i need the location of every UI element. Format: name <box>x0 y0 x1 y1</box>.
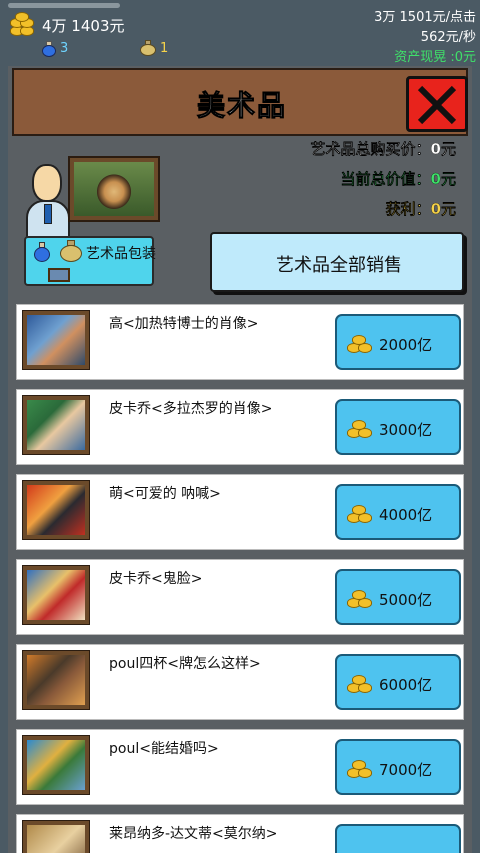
money-bag-icon <box>140 40 156 56</box>
cash-now: 资产现晃 :0元 <box>394 50 476 65</box>
price: 2000亿 <box>379 336 433 354</box>
art-panel: 美术品 艺术品包装 艺术品总购买价：0元 当前总价值：0元 获利：0元 艺术品全… <box>8 66 472 853</box>
mona-lisa-painting <box>68 156 160 222</box>
coin-icon <box>347 331 373 355</box>
profit: 获利：0元 <box>385 200 456 218</box>
per-click-rate: 3万 1501元/点击 <box>374 10 476 25</box>
coin-stack-icon <box>8 12 36 38</box>
art-bag-button[interactable]: 艺术品包装 <box>24 236 156 286</box>
page-title: 美术品 <box>196 89 287 123</box>
coin-icon <box>347 586 373 610</box>
painting-thumbnail <box>22 735 90 795</box>
painting-icon <box>48 268 70 282</box>
status-bar: 4万 1403元 3 1 3万 1501元/点击 562元/秒 资产现晃 :0元 <box>0 0 480 65</box>
buy-button[interactable]: 2000亿 <box>335 314 461 370</box>
total-current-value: 当前总价值：0元 <box>340 170 456 188</box>
buy-button[interactable] <box>335 824 461 853</box>
potion-icon <box>42 41 56 57</box>
money-amount: 4万 1403元 <box>42 17 125 35</box>
price: 3000亿 <box>379 421 433 439</box>
progress-bar <box>8 3 120 8</box>
art-name: poul四杯<牌怎么这样> <box>109 656 261 672</box>
painting-thumbnail <box>22 310 90 370</box>
buy-button[interactable]: 6000亿 <box>335 654 461 710</box>
coin-icon <box>347 756 373 780</box>
art-list[interactable]: 高<加热特博士的肖像> 2000亿 皮卡乔<多拉杰罗的肖像> 3000亿 萌<可… <box>16 302 464 853</box>
per-second-rate: 562元/秒 <box>420 30 476 45</box>
list-item: poul四杯<牌怎么这样> 6000亿 <box>16 644 464 720</box>
coin-icon <box>347 671 373 695</box>
list-item: 萌<可爱的 呐喊> 4000亿 <box>16 474 464 550</box>
price: 7000亿 <box>379 761 433 779</box>
art-name: 萌<可爱的 呐喊> <box>109 486 221 502</box>
bag-count: 1 <box>160 41 169 56</box>
art-name: 高<加热特博士的肖像> <box>109 316 259 332</box>
potion-count: 3 <box>60 41 69 56</box>
art-name: 莱昂纳多-达文蒂<莫尔纳> <box>109 826 278 842</box>
list-item: 莱昂纳多-达文蒂<莫尔纳> <box>16 814 464 853</box>
art-bag-label: 艺术品包装 <box>86 246 156 262</box>
title-bar: 美术品 <box>12 68 468 136</box>
price: 5000亿 <box>379 591 433 609</box>
buy-button[interactable]: 5000亿 <box>335 569 461 625</box>
price: 4000亿 <box>379 506 433 524</box>
list-item: 皮卡乔<多拉杰罗的肖像> 3000亿 <box>16 389 464 465</box>
list-item: 高<加热特博士的肖像> 2000亿 <box>16 304 464 380</box>
painting-thumbnail <box>22 395 90 455</box>
painting-thumbnail <box>22 565 90 625</box>
potion-icon <box>34 242 50 262</box>
money-bag-icon <box>60 240 82 262</box>
painting-thumbnail <box>22 650 90 710</box>
coin-icon <box>347 501 373 525</box>
sell-all-label: 艺术品全部销售 <box>276 255 402 276</box>
art-name: 皮卡乔<多拉杰罗的肖像> <box>109 401 273 417</box>
art-name: poul<能结婚吗> <box>109 741 219 757</box>
buy-button[interactable]: 7000亿 <box>335 739 461 795</box>
close-button[interactable] <box>406 76 468 132</box>
buy-button[interactable]: 4000亿 <box>335 484 461 540</box>
painting-thumbnail <box>22 820 90 853</box>
painting-thumbnail <box>22 480 90 540</box>
buy-button[interactable]: 3000亿 <box>335 399 461 455</box>
list-item: poul<能结婚吗> 7000亿 <box>16 729 464 805</box>
total-purchase-price: 艺术品总购买价：0元 <box>310 140 456 158</box>
sell-all-button[interactable]: 艺术品全部销售 <box>210 232 464 292</box>
coin-icon <box>347 416 373 440</box>
price: 6000亿 <box>379 676 433 694</box>
art-name: 皮卡乔<鬼脸> <box>109 571 203 587</box>
list-item: 皮卡乔<鬼脸> 5000亿 <box>16 559 464 635</box>
